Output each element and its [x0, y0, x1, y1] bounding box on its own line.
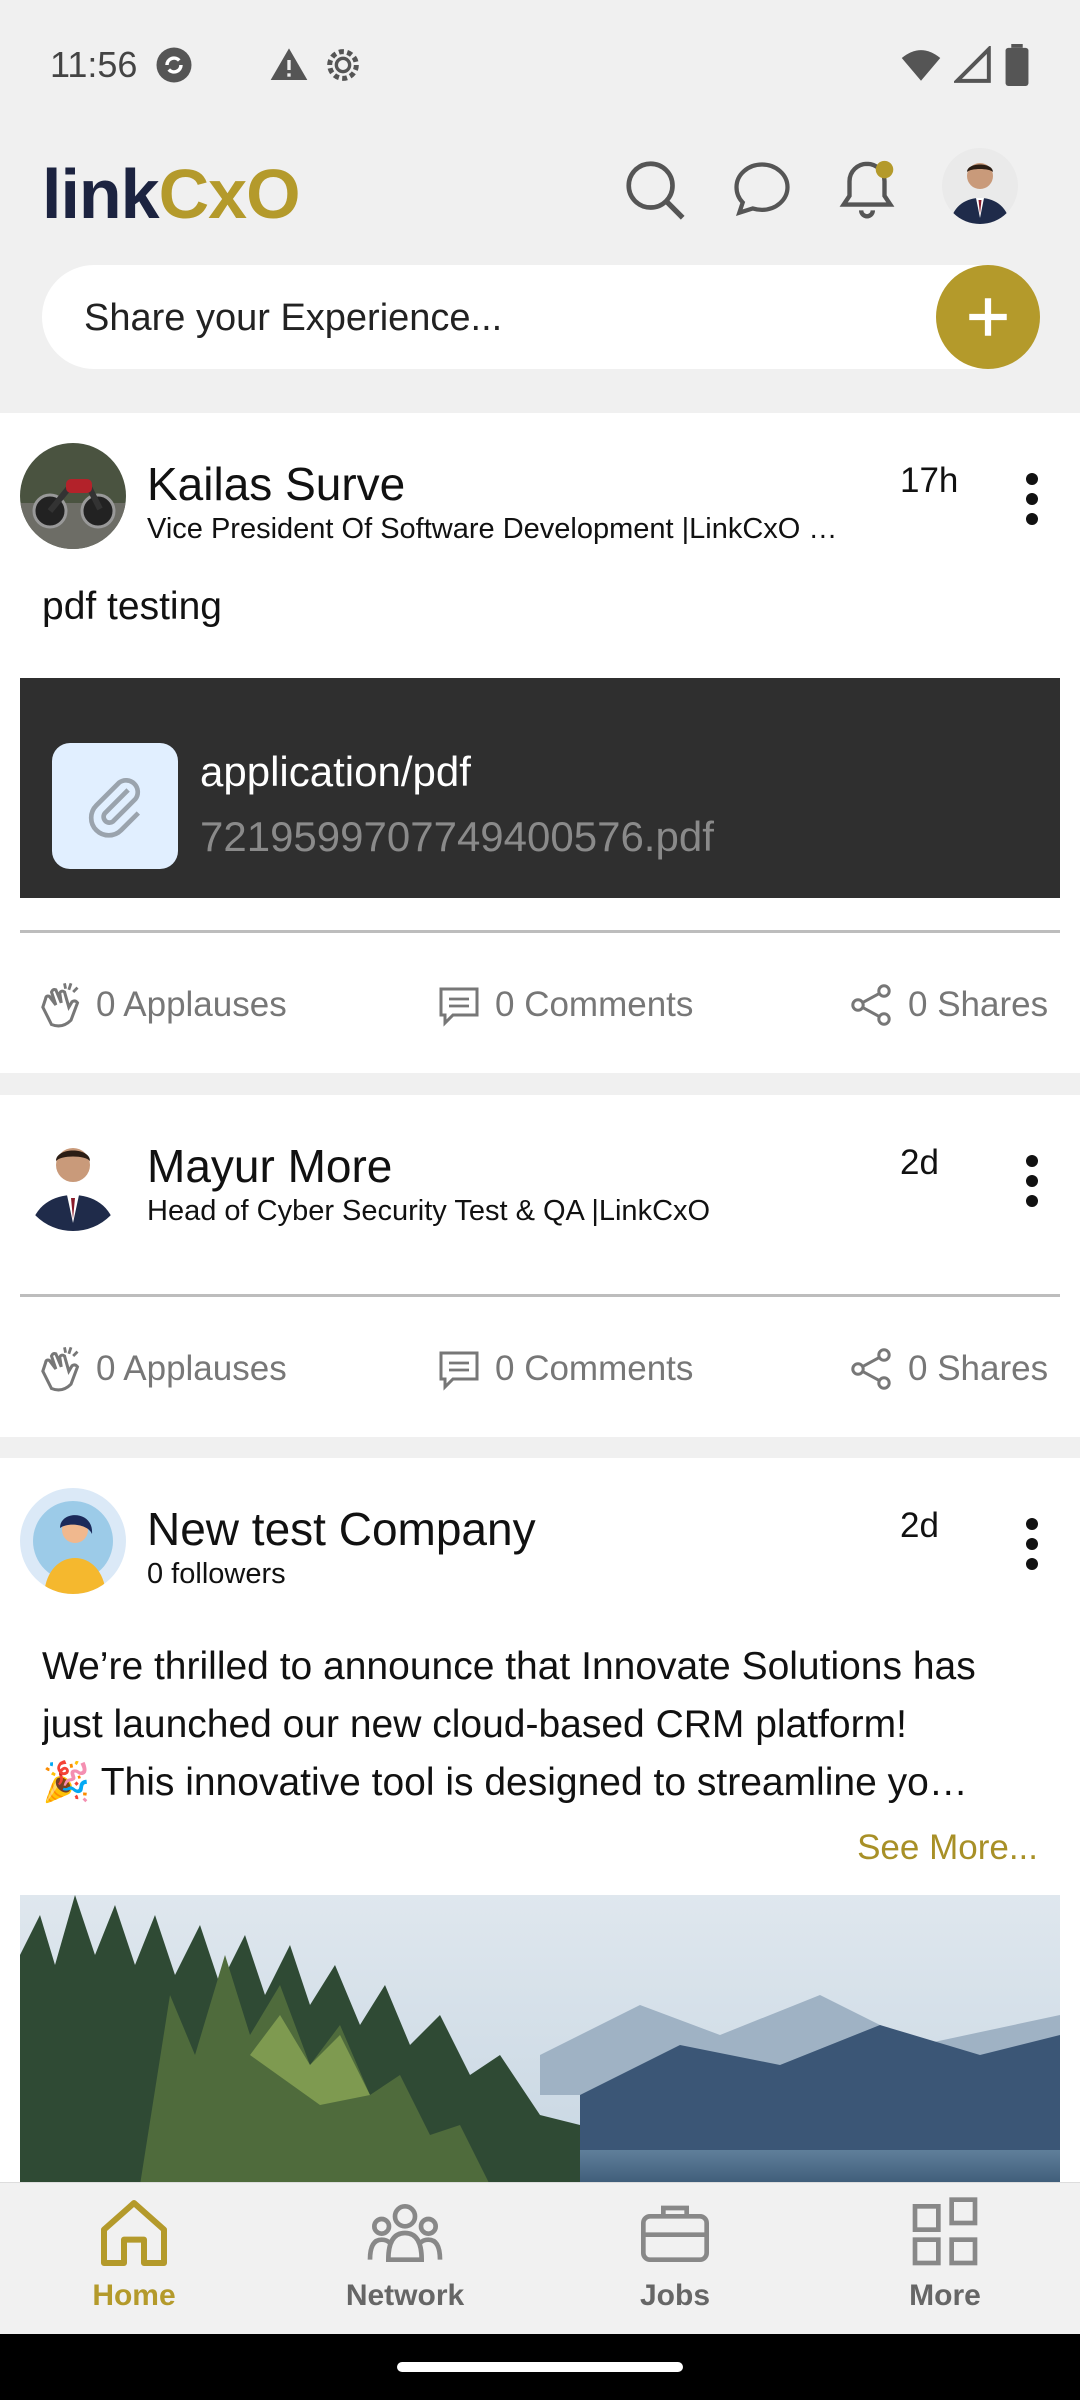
post-text-line: We’re thrilled to announce that Innovate…: [42, 1645, 976, 1688]
status-time: 11:56: [50, 44, 138, 85]
company-avatar[interactable]: [20, 1488, 126, 1594]
attachment-icon: [52, 743, 178, 869]
share-experience-input[interactable]: Share your Experience...: [42, 265, 1040, 369]
applause-icon: [41, 1346, 80, 1392]
home-gesture-handle[interactable]: [397, 2362, 683, 2372]
post-actions: 0 Applauses 0 Comments 0 Shares: [0, 965, 1080, 1045]
grid-icon: [912, 2197, 978, 2266]
author-avatar[interactable]: [20, 443, 126, 549]
search-icon[interactable]: [615, 150, 695, 230]
post-card: Kailas Surve Vice President Of Software …: [0, 413, 1080, 1073]
post-text: pdf testing: [42, 585, 222, 628]
post-text-line: just launched our new cloud-based CRM pl…: [42, 1703, 907, 1746]
status-bar: 11:56: [0, 0, 1080, 130]
share-count: 0 Shares: [908, 1349, 1049, 1388]
author-name[interactable]: Kailas Surve: [147, 457, 405, 511]
home-icon: [101, 2200, 167, 2266]
comment-button[interactable]: 0 Comments: [435, 965, 693, 1045]
attachment-type: application/pdf: [200, 748, 471, 795]
more-options-icon[interactable]: [1012, 469, 1052, 529]
post-time: 2d: [900, 1506, 939, 1545]
gesture-bar: [0, 2334, 1080, 2400]
applause-count: 0 Applauses: [96, 985, 287, 1024]
author-name[interactable]: Mayur More: [147, 1139, 392, 1193]
post-time: 2d: [900, 1143, 939, 1182]
sync-icon: [156, 47, 192, 83]
post-text: We’re thrilled to announce that Innovate…: [42, 1638, 1042, 1812]
share-button[interactable]: 0 Shares: [848, 1329, 1048, 1409]
attachment-filename: 7219599707749400576.pdf: [200, 813, 714, 860]
divider: [20, 930, 1060, 933]
company-name[interactable]: New test Company: [147, 1502, 536, 1556]
app-header: linkCxO: [0, 130, 1080, 260]
author-avatar[interactable]: [20, 1125, 126, 1231]
post-card: New test Company 0 followers 2d We’re th…: [0, 1458, 1080, 2185]
warning-icon: [271, 48, 308, 80]
share-icon: [851, 1348, 891, 1390]
share-button[interactable]: 0 Shares: [848, 965, 1048, 1045]
tab-label: Home: [92, 2279, 176, 2312]
comment-count: 0 Comments: [495, 985, 694, 1024]
chat-icon[interactable]: [722, 150, 802, 230]
tab-more[interactable]: More: [855, 2193, 1035, 2333]
linkcxo-logo[interactable]: linkCxO: [42, 154, 301, 234]
comment-icon: [439, 1351, 479, 1391]
tab-label: More: [909, 2279, 981, 2312]
share-placeholder: Share your Experience...: [84, 297, 503, 339]
more-options-icon[interactable]: [1012, 1514, 1052, 1574]
applause-count: 0 Applauses: [96, 1349, 287, 1388]
battery-icon: [1005, 44, 1029, 86]
tab-network[interactable]: Network: [315, 2193, 495, 2333]
notification-bell-icon[interactable]: [827, 150, 907, 230]
more-options-icon[interactable]: [1012, 1151, 1052, 1211]
briefcase-icon: [641, 2205, 709, 2262]
plus-icon: [969, 298, 1007, 336]
share-count: 0 Shares: [908, 985, 1049, 1024]
tab-label: Network: [345, 2279, 465, 2312]
applause-button[interactable]: 0 Applauses: [32, 1329, 287, 1409]
followers-count: 0 followers: [147, 1558, 286, 1590]
wifi-icon: [901, 50, 941, 81]
post-actions: 0 Applauses 0 Comments 0 Shares: [0, 1329, 1080, 1409]
comment-count: 0 Comments: [495, 1349, 694, 1388]
author-title: Vice President Of Software Development |…: [147, 513, 838, 545]
pdf-attachment[interactable]: application/pdf 7219599707749400576.pdf: [20, 678, 1060, 898]
tab-jobs[interactable]: Jobs: [585, 2193, 765, 2333]
comment-icon: [439, 987, 479, 1027]
post-image[interactable]: [20, 1895, 1060, 2185]
add-post-button[interactable]: [936, 265, 1040, 369]
post-card: Mayur More Head of Cyber Security Test &…: [0, 1095, 1080, 1437]
see-more-link[interactable]: See More...: [857, 1828, 1038, 1868]
post-text-line: 🎉 This innovative tool is designed to st…: [42, 1761, 968, 1804]
post-time: 17h: [900, 461, 959, 500]
divider: [20, 1294, 1060, 1297]
share-icon: [851, 984, 891, 1026]
tab-label: Jobs: [639, 2279, 711, 2312]
applause-icon: [41, 982, 80, 1028]
network-icon: [367, 2204, 443, 2262]
bottom-navigation: Home Network Jobs More: [0, 2182, 1080, 2334]
settings-icon: [327, 49, 360, 81]
tab-home[interactable]: Home: [44, 2193, 224, 2333]
signal-icon: [954, 46, 991, 83]
comment-button[interactable]: 0 Comments: [435, 1329, 693, 1409]
applause-button[interactable]: 0 Applauses: [32, 965, 287, 1045]
profile-avatar[interactable]: [942, 148, 1018, 224]
author-title: Head of Cyber Security Test & QA |LinkCx…: [147, 1195, 711, 1227]
